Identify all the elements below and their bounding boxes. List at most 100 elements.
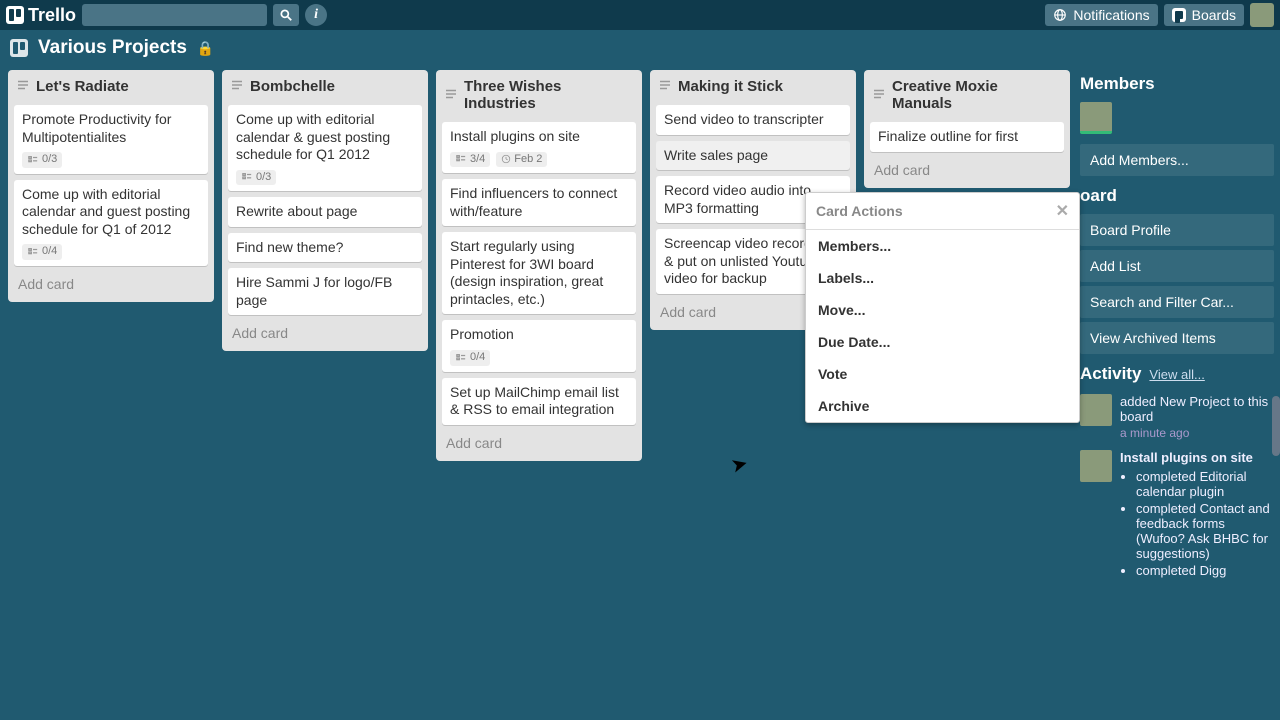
list: Bombchelle Come up with editorial calenda…: [222, 70, 428, 351]
brand-text: Trello: [28, 5, 76, 26]
activity-avatar: [1080, 394, 1112, 426]
sidebar: Members Add Members... oard Board Profil…: [1074, 66, 1276, 720]
card-text: Send video to transcripter: [664, 111, 842, 129]
card[interactable]: Come up with editorial calendar and gues…: [14, 180, 208, 266]
top-bar: Trello i Notifications Boards: [0, 0, 1280, 30]
search-input[interactable]: [82, 4, 267, 26]
popover-labels[interactable]: Labels...: [806, 262, 1079, 294]
boards-icon: [1172, 8, 1186, 22]
info-icon: i: [314, 7, 318, 23]
card[interactable]: Finalize outline for first: [870, 122, 1064, 152]
list-header[interactable]: Creative Moxie Manuals: [870, 76, 1064, 116]
list: Let's Radiate Promote Productivity for Mu…: [8, 70, 214, 302]
list-icon: [444, 87, 458, 104]
search-icon: [279, 8, 293, 22]
members-heading: Members: [1080, 74, 1274, 94]
trello-icon: [6, 6, 24, 24]
boards-button[interactable]: Boards: [1164, 4, 1244, 26]
list-header[interactable]: Let's Radiate: [14, 76, 208, 99]
card[interactable]: Hire Sammi J for logo/FB page: [228, 268, 422, 315]
popover-archive[interactable]: Archive: [806, 390, 1079, 422]
list-title: Making it Stick: [678, 78, 783, 95]
board-icon: [10, 39, 28, 57]
card-text: Come up with editorial calendar and gues…: [22, 186, 200, 239]
activity-heading: Activity: [1080, 364, 1141, 384]
card[interactable]: Set up MailChimp email list & RSS to ema…: [442, 378, 636, 425]
list-icon: [658, 78, 672, 95]
card[interactable]: Rewrite about page: [228, 197, 422, 227]
popover-title: Card Actions: [816, 203, 903, 219]
checklist-badge: 0/4: [450, 350, 490, 366]
add-card-button[interactable]: Add card: [14, 272, 208, 296]
list-header[interactable]: Three Wishes Industries: [442, 76, 636, 116]
board-title[interactable]: Various Projects: [38, 37, 187, 59]
card-text: Hire Sammi J for logo/FB page: [236, 274, 414, 309]
popover-vote[interactable]: Vote: [806, 358, 1079, 390]
card-text: Set up MailChimp email list & RSS to ema…: [450, 384, 628, 419]
card[interactable]: Promote Productivity for Multipotentiali…: [14, 105, 208, 174]
activity-view-all-link[interactable]: View all...: [1149, 367, 1204, 382]
checklist-badge: 3/4: [450, 152, 490, 168]
activity-card-title[interactable]: Install plugins on site: [1120, 450, 1274, 465]
checklist-badge: 0/3: [236, 170, 276, 186]
add-members-button[interactable]: Add Members...: [1080, 144, 1274, 176]
search-filter-button[interactable]: Search and Filter Car...: [1080, 286, 1274, 318]
add-card-button[interactable]: Add card: [870, 158, 1064, 182]
list-header[interactable]: Bombchelle: [228, 76, 422, 99]
activity-time: a minute ago: [1120, 426, 1274, 440]
list: Three Wishes Industries Install plugins o…: [436, 70, 642, 461]
lock-icon: 🔒: [197, 40, 214, 57]
search-button[interactable]: [273, 4, 299, 26]
card-text: Promotion: [450, 326, 628, 344]
popover-due-date[interactable]: Due Date...: [806, 326, 1079, 358]
card[interactable]: Find influencers to connect with/feature: [442, 179, 636, 226]
notifications-label: Notifications: [1073, 7, 1149, 23]
popover-close-button[interactable]: ✕: [1056, 201, 1069, 221]
list-title: Three Wishes Industries: [464, 78, 634, 112]
info-button[interactable]: i: [305, 4, 327, 26]
brand-logo[interactable]: Trello: [6, 5, 76, 26]
card-text: Promote Productivity for Multipotentiali…: [22, 111, 200, 146]
activity-text: added New Project to this board: [1120, 394, 1274, 424]
card-text: Install plugins on site: [450, 128, 628, 146]
list: Creative Moxie Manuals Finalize outline f…: [864, 70, 1070, 188]
view-archived-button[interactable]: View Archived Items: [1080, 322, 1274, 354]
list-title: Let's Radiate: [36, 78, 129, 95]
activity-item: Install plugins on site completed Editor…: [1080, 450, 1274, 580]
add-list-button[interactable]: Add List: [1080, 250, 1274, 282]
card-text: Find new theme?: [236, 239, 414, 257]
list-icon: [16, 78, 30, 95]
popover-members[interactable]: Members...: [806, 230, 1079, 262]
card-text: Come up with editorial calendar & guest …: [236, 111, 414, 164]
activity-check-item: completed Editorial calendar plugin: [1136, 469, 1274, 499]
card[interactable]: Find new theme?: [228, 233, 422, 263]
card[interactable]: Start regularly using Pinterest for 3WI …: [442, 232, 636, 314]
list-header[interactable]: Making it Stick: [656, 76, 850, 99]
add-card-button[interactable]: Add card: [442, 431, 636, 455]
globe-icon: [1053, 8, 1067, 22]
notifications-button[interactable]: Notifications: [1045, 4, 1157, 26]
activity-item: added New Project to this board a minute…: [1080, 394, 1274, 440]
activity-avatar: [1080, 450, 1112, 482]
list-icon: [230, 78, 244, 95]
scrollbar-thumb[interactable]: [1272, 396, 1280, 456]
card[interactable]: Install plugins on site 3/4 Feb 2: [442, 122, 636, 173]
checklist-badge: 0/4: [22, 244, 62, 260]
card[interactable]: Promotion 0/4: [442, 320, 636, 371]
card-text: Rewrite about page: [236, 203, 414, 221]
card[interactable]: Send video to transcripter: [656, 105, 850, 135]
card[interactable]: Write sales page: [656, 141, 850, 171]
user-avatar[interactable]: [1250, 3, 1274, 27]
activity-checklist: completed Editorial calendar plugin comp…: [1136, 469, 1274, 578]
board-profile-button[interactable]: Board Profile: [1080, 214, 1274, 246]
due-date-badge: Feb 2: [496, 152, 547, 168]
boards-label: Boards: [1192, 7, 1236, 23]
card[interactable]: Come up with editorial calendar & guest …: [228, 105, 422, 191]
member-avatar[interactable]: [1080, 102, 1112, 134]
list-title: Bombchelle: [250, 78, 335, 95]
card-text: Write sales page: [664, 147, 842, 165]
checklist-badge: 0/3: [22, 152, 62, 168]
activity-check-item: completed Digg: [1136, 563, 1274, 578]
popover-move[interactable]: Move...: [806, 294, 1079, 326]
add-card-button[interactable]: Add card: [228, 321, 422, 345]
